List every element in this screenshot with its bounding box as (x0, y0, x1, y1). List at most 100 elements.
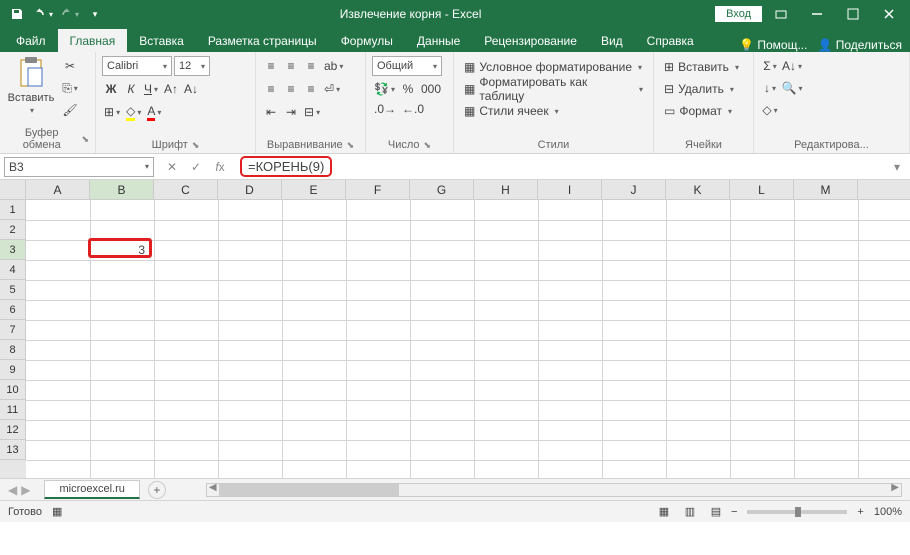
scroll-thumb[interactable] (219, 484, 399, 496)
orientation-icon[interactable]: ab▾ (322, 56, 345, 76)
column-header[interactable]: A (26, 180, 90, 199)
comma-style-icon[interactable]: 000 (419, 79, 443, 99)
share-button[interactable]: 👤 Поделиться (817, 38, 902, 52)
decrease-font-icon[interactable]: A↓ (182, 79, 200, 99)
align-top-icon[interactable]: ≡ (262, 56, 280, 76)
column-header[interactable]: F (346, 180, 410, 199)
column-header[interactable]: B (90, 180, 154, 199)
scroll-right-icon[interactable]: ▶ (891, 482, 899, 493)
font-color-button[interactable]: A▾ (145, 102, 163, 122)
increase-decimal-icon[interactable]: .0→ (372, 99, 398, 119)
tab-рецензирование[interactable]: Рецензирование (472, 29, 589, 52)
insert-cells-button[interactable]: ⊞Вставить▾ (660, 56, 747, 78)
underline-button[interactable]: Ч▾ (142, 79, 160, 99)
decrease-indent-icon[interactable]: ⇤ (262, 102, 280, 122)
align-middle-icon[interactable]: ≡ (282, 56, 300, 76)
zoom-in-icon[interactable]: + (857, 506, 863, 518)
launcher-icon[interactable]: ⬊ (424, 140, 432, 151)
column-header[interactable]: J (602, 180, 666, 199)
decrease-decimal-icon[interactable]: ←.0 (400, 99, 426, 119)
tab-файл[interactable]: Файл (4, 29, 58, 52)
format-cells-button[interactable]: ▭Формат▾ (660, 100, 747, 122)
zoom-out-icon[interactable]: − (731, 506, 737, 518)
copy-icon[interactable]: ⎘▾ (60, 78, 80, 98)
italic-button[interactable]: К (122, 79, 140, 99)
fill-icon[interactable]: ↓▾ (760, 78, 780, 98)
cell-styles-button[interactable]: ▦Стили ячеек▾ (460, 100, 647, 122)
clear-icon[interactable]: ◇▾ (760, 100, 780, 120)
launcher-icon[interactable]: ⬊ (192, 140, 200, 151)
enter-formula-icon[interactable]: ✓ (184, 157, 208, 177)
row-header[interactable]: 4 (0, 260, 26, 280)
page-layout-view-icon[interactable]: ▥ (679, 504, 701, 520)
align-center-icon[interactable]: ≡ (282, 79, 300, 99)
maximize-icon[interactable] (836, 0, 870, 28)
page-break-view-icon[interactable]: ▤ (705, 504, 727, 520)
undo-icon[interactable]: ▾ (32, 3, 54, 25)
row-header[interactable]: 13 (0, 440, 26, 460)
increase-indent-icon[interactable]: ⇥ (282, 102, 300, 122)
horizontal-scrollbar[interactable]: ◀ ▶ (206, 483, 902, 497)
sheet-prev-icon[interactable]: ◀ (8, 483, 17, 497)
sheet-next-icon[interactable]: ▶ (21, 483, 30, 497)
cells-area[interactable]: 3 (26, 200, 910, 478)
redo-icon[interactable]: ▾ (58, 3, 80, 25)
row-header[interactable]: 7 (0, 320, 26, 340)
qat-customize-icon[interactable]: ▾ (84, 3, 106, 25)
delete-cells-button[interactable]: ⊟Удалить▾ (660, 78, 747, 100)
save-icon[interactable] (6, 3, 28, 25)
row-header[interactable]: 5 (0, 280, 26, 300)
formula-input[interactable]: =КОРЕНЬ(9) (232, 156, 888, 177)
wrap-text-icon[interactable]: ⏎▾ (322, 79, 342, 99)
column-header[interactable]: I (538, 180, 602, 199)
find-select-icon[interactable]: 🔍▾ (782, 78, 802, 98)
column-header[interactable]: G (410, 180, 474, 199)
increase-font-icon[interactable]: A↑ (162, 79, 180, 99)
column-header[interactable]: H (474, 180, 538, 199)
percent-icon[interactable]: % (399, 79, 417, 99)
tell-me-button[interactable]: 💡 Помощ... (739, 38, 807, 52)
format-as-table-button[interactable]: ▦Форматировать как таблицу▾ (460, 78, 647, 100)
font-size-combo[interactable]: 12▾ (174, 56, 210, 76)
tab-формулы[interactable]: Формулы (329, 29, 405, 52)
align-right-icon[interactable]: ≡ (302, 79, 320, 99)
tab-разметка страницы[interactable]: Разметка страницы (196, 29, 329, 52)
number-format-combo[interactable]: Общий▾ (372, 56, 442, 76)
normal-view-icon[interactable]: ▦ (653, 504, 675, 520)
name-box[interactable]: B3▾ (4, 157, 154, 177)
cut-icon[interactable]: ✂ (60, 56, 80, 76)
row-header[interactable]: 8 (0, 340, 26, 360)
row-header[interactable]: 10 (0, 380, 26, 400)
sheet-tab[interactable]: microexcel.ru (44, 480, 139, 499)
align-left-icon[interactable]: ≡ (262, 79, 280, 99)
row-header[interactable]: 2 (0, 220, 26, 240)
tab-справка[interactable]: Справка (635, 29, 706, 52)
scroll-left-icon[interactable]: ◀ (209, 482, 217, 493)
ribbon-display-icon[interactable] (764, 0, 798, 28)
autosum-icon[interactable]: Σ▾ (760, 56, 780, 76)
align-bottom-icon[interactable]: ≡ (302, 56, 320, 76)
minimize-icon[interactable] (800, 0, 834, 28)
merge-button[interactable]: ⊟▾ (302, 102, 322, 122)
close-icon[interactable] (872, 0, 906, 28)
row-header[interactable]: 1 (0, 200, 26, 220)
row-header[interactable]: 12 (0, 420, 26, 440)
row-header[interactable]: 6 (0, 300, 26, 320)
accounting-format-icon[interactable]: 💱▾ (372, 79, 397, 99)
active-cell[interactable]: 3 (88, 238, 152, 258)
add-sheet-button[interactable]: + (148, 481, 166, 499)
row-header[interactable]: 9 (0, 360, 26, 380)
macro-record-icon[interactable]: ▦ (52, 505, 62, 518)
launcher-icon[interactable]: ⬊ (347, 140, 355, 151)
font-name-combo[interactable]: Calibri▾ (102, 56, 172, 76)
tab-вид[interactable]: Вид (589, 29, 635, 52)
column-header[interactable]: K (666, 180, 730, 199)
row-header[interactable]: 3 (0, 240, 26, 260)
cancel-formula-icon[interactable]: ✕ (160, 157, 184, 177)
tab-главная[interactable]: Главная (58, 29, 128, 52)
fill-color-button[interactable]: ◇▾ (124, 102, 143, 122)
zoom-level[interactable]: 100% (874, 506, 902, 518)
expand-formula-bar-icon[interactable]: ▾ (888, 160, 906, 174)
column-header[interactable]: D (218, 180, 282, 199)
paste-button[interactable]: Вставить▾ (6, 56, 56, 125)
